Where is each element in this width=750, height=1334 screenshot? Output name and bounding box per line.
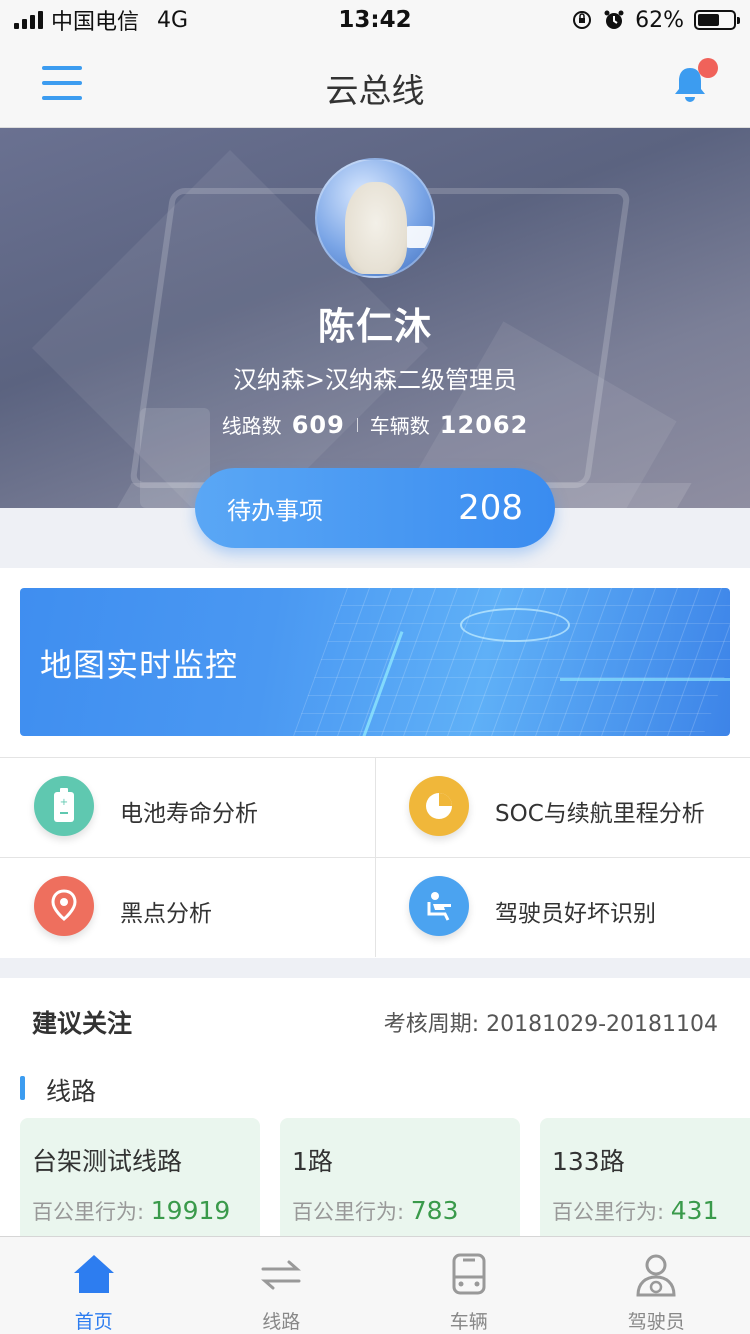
user-stats: 线路数 609 车辆数 12062	[0, 410, 750, 439]
tab-routes[interactable]: 线路	[188, 1237, 376, 1334]
recommend-title: 建议关注	[32, 1009, 133, 1038]
user-role: 汉纳森>汉纳森二级管理员	[232, 366, 518, 394]
route-card[interactable]: 133路 百公里行为: 431	[540, 1118, 750, 1248]
section-marker	[20, 1076, 25, 1100]
avatar[interactable]	[315, 158, 435, 278]
status-bar: 中国电信 4G 13:42 62%	[0, 0, 750, 40]
tab-bar: 首页 线路 车辆 驾驶员	[0, 1236, 750, 1334]
tab-home[interactable]: 首页	[0, 1237, 188, 1334]
metric-label: 百公里行为:	[32, 1200, 151, 1224]
metric-value: 431	[670, 1196, 719, 1225]
clock: 13:42	[338, 7, 412, 33]
svg-text:+: +	[60, 797, 68, 808]
route-section-label: 线路	[46, 1077, 97, 1106]
vehicles-count: 12062	[439, 410, 529, 439]
metric-value: 783	[410, 1196, 459, 1225]
feature-soc-range[interactable]: SOC与续航里程分析	[375, 758, 750, 858]
driver-seat-icon	[409, 876, 469, 936]
nav-bar: 云总线	[0, 40, 750, 128]
route-name: 133路	[552, 1147, 625, 1176]
tab-label: 驾驶员	[627, 1311, 685, 1333]
tab-vehicles[interactable]: 车辆	[375, 1237, 563, 1334]
route-card[interactable]: 台架测试线路 百公里行为: 19919	[20, 1118, 260, 1248]
map-monitor-title: 地图实时监控	[40, 646, 239, 684]
notification-dot	[698, 58, 718, 78]
feature-label: 驾驶员好坏识别	[495, 901, 656, 927]
bus-icon	[452, 1253, 486, 1295]
tab-label: 线路	[262, 1311, 301, 1333]
tab-label: 首页	[74, 1311, 113, 1333]
location-pin-icon	[34, 876, 94, 936]
metric-label: 百公里行为:	[292, 1200, 411, 1224]
todo-label: 待办事项	[227, 496, 323, 525]
routes-count: 609	[291, 410, 345, 439]
tab-label: 车辆	[449, 1311, 488, 1333]
driver-icon	[636, 1254, 676, 1297]
pie-chart-icon	[409, 776, 469, 836]
routes-count-label: 线路数	[221, 414, 282, 438]
user-name: 陈仁沐	[318, 305, 432, 348]
battery-icon: +	[34, 776, 94, 836]
feature-label: SOC与续航里程分析	[495, 801, 705, 827]
metric-value: 19919	[150, 1196, 231, 1225]
feature-battery-life[interactable]: + 电池寿命分析	[0, 758, 375, 858]
home-icon	[73, 1255, 114, 1293]
route-name: 台架测试线路	[32, 1147, 183, 1176]
tab-drivers[interactable]: 驾驶员	[563, 1237, 750, 1334]
route-arrows-icon	[261, 1260, 302, 1290]
assessment-period: 考核周期: 20181029-20181104	[383, 1012, 718, 1037]
feature-driver-rating[interactable]: 驾驶员好坏识别	[375, 858, 750, 958]
route-name: 1路	[292, 1147, 333, 1176]
battery-icon	[694, 10, 740, 30]
feature-blackspot[interactable]: 黑点分析	[0, 858, 375, 958]
todo-count: 208	[458, 488, 523, 528]
route-card[interactable]: 1路 百公里行为: 783	[280, 1118, 520, 1248]
feature-label: 黑点分析	[120, 901, 212, 927]
metric-label: 百公里行为:	[552, 1200, 671, 1224]
vehicles-count-label: 车辆数	[369, 414, 430, 438]
feature-label: 电池寿命分析	[120, 801, 258, 827]
page-title: 云总线	[325, 71, 425, 110]
todo-button[interactable]: 待办事项 208	[195, 468, 555, 548]
